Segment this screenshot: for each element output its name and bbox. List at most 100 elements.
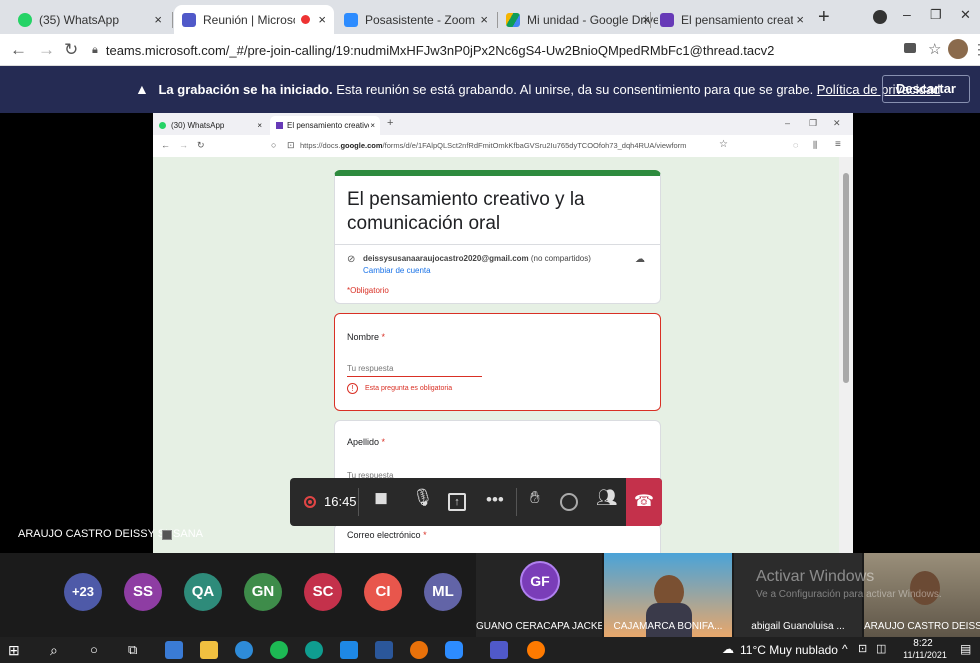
tab-zoom[interactable]: Posasistente - Zoom × xyxy=(336,5,496,34)
clock-date[interactable]: 11/11/2021 xyxy=(900,650,950,660)
share-screen-button[interactable]: ↑ xyxy=(448,493,466,511)
shared-address-bar: ← → ↻ ○ ⊡ https://docs.google.com/forms/… xyxy=(153,135,853,157)
reload-icon[interactable]: ↻ xyxy=(64,40,78,60)
menu-icon[interactable]: ⋮ xyxy=(972,41,980,58)
participant-avatar[interactable]: SC xyxy=(304,573,342,611)
network-icon[interactable]: ⊡ xyxy=(858,642,867,655)
bookmark-star-icon[interactable]: ☆ xyxy=(928,40,941,58)
close-window-button[interactable]: ✕ xyxy=(960,7,971,23)
minimize-icon: – xyxy=(785,118,791,128)
search-icon[interactable]: ⌕ xyxy=(50,641,68,659)
google-drive-icon xyxy=(506,12,520,27)
firefox-icon[interactable] xyxy=(410,641,428,659)
microphone-button[interactable]: 🎙︎ xyxy=(412,488,434,508)
chrome-icon[interactable] xyxy=(235,641,253,659)
close-tab-icon[interactable]: × xyxy=(154,12,162,27)
participant-strip: +23 SS QA GN SC CI ML GF GUANO CERACAPA … xyxy=(0,553,980,637)
switch-account-link: Cambiar de cuenta xyxy=(363,266,431,275)
camera-indicator-icon[interactable] xyxy=(904,43,916,53)
edge-icon[interactable] xyxy=(305,641,323,659)
close-tab-icon[interactable]: × xyxy=(480,12,488,27)
close-tab-icon[interactable]: × xyxy=(796,12,804,27)
spotify-icon[interactable] xyxy=(270,641,288,659)
more-options-button[interactable]: ••• xyxy=(486,490,504,510)
profile-avatar[interactable] xyxy=(948,39,968,59)
word-icon[interactable] xyxy=(375,641,393,659)
teams-icon xyxy=(182,12,196,27)
restore-button[interactable]: ❐ xyxy=(930,7,942,23)
back-arrow-icon[interactable]: ← xyxy=(10,40,27,60)
google-forms-icon xyxy=(660,12,674,27)
participant-tile[interactable]: GF GUANO CERACAPA JACKE... xyxy=(476,553,602,637)
cortana-icon[interactable]: ○ xyxy=(90,641,108,659)
whatsapp-icon xyxy=(159,122,166,129)
shared-tab-label: (30) WhatsApp xyxy=(171,121,225,130)
tab-whatsapp[interactable]: (35) WhatsApp × xyxy=(10,5,170,34)
zoom-icon xyxy=(344,12,358,27)
account-line: deissysusanaaraujocastro2020@gmail.com (… xyxy=(363,254,591,263)
store-icon[interactable] xyxy=(165,641,183,659)
extension-icon[interactable] xyxy=(873,10,887,24)
hang-up-button[interactable]: ☎︎ xyxy=(626,478,662,526)
task-view-icon[interactable]: ⧉ xyxy=(128,641,146,659)
recording-dot-icon xyxy=(301,15,310,24)
shared-tab-label: El pensamiento creativo y la co xyxy=(287,121,369,130)
tab-label: El pensamiento creativo y la xyxy=(681,12,793,27)
forward-arrow-icon[interactable]: → xyxy=(38,40,55,60)
new-tab-icon: + xyxy=(387,117,394,129)
browser-icon[interactable] xyxy=(527,641,545,659)
participant-avatar[interactable]: CI xyxy=(364,573,402,611)
notification-icon[interactable]: ▤ xyxy=(960,642,971,656)
tab-forms[interactable]: El pensamiento creativo y la × xyxy=(652,5,812,34)
mail-icon[interactable] xyxy=(340,641,358,659)
participant-name: CAJAMARCA BONIFA... xyxy=(613,621,723,632)
address-bar: ← → ↻ 🔒︎ teams.microsoft.com/_#/pre-join… xyxy=(0,34,980,66)
bookmark-star-icon: ☆ xyxy=(719,139,728,150)
participants-button[interactable]: 👥︎ xyxy=(596,488,618,508)
answer-input: Tu respuesta xyxy=(347,364,482,377)
camera-off-button[interactable]: ◼︎ xyxy=(374,488,388,508)
tab-teams[interactable]: Reunión | Microsoft Team × xyxy=(174,5,334,34)
participant-name: abigail Guanoluisa ... xyxy=(751,621,845,632)
question-nombre: Nombre * Tu respuesta ! Esta pregunta es… xyxy=(334,313,661,411)
raise-hand-button[interactable]: ✋︎ xyxy=(530,488,540,508)
shared-scrollbar xyxy=(839,157,853,553)
participant-video-tile[interactable]: CAJAMARCA BONIFA... xyxy=(604,553,732,637)
url-field[interactable]: 🔒︎ teams.microsoft.com/_#/pre-join-calli… xyxy=(92,37,852,63)
more-participants-button[interactable]: +23 xyxy=(64,573,102,611)
shared-tab-whatsapp: (30) WhatsApp × xyxy=(153,116,268,135)
participant-name: GUANO CERACAPA JACKE... xyxy=(476,621,602,632)
warning-icon: ▲ xyxy=(135,81,149,97)
tab-drive[interactable]: Mi unidad - Google Drive × xyxy=(498,5,658,34)
participant-avatar[interactable]: QA xyxy=(184,573,222,611)
zoom-icon[interactable] xyxy=(445,641,463,659)
participant-avatar[interactable]: GN xyxy=(244,573,282,611)
google-forms-icon xyxy=(276,122,283,129)
participant-avatar[interactable]: SS xyxy=(124,573,162,611)
close-tab-icon[interactable]: × xyxy=(642,12,650,27)
close-tab-icon[interactable]: × xyxy=(318,12,326,27)
chat-button[interactable] xyxy=(560,493,578,511)
close-tab-icon: × xyxy=(257,121,262,130)
windows-taskbar: ⊞ ⌕ ○ ⧉ ☁︎ 11°C Muy nublado ^ ⊡ ◫ 8:22 1… xyxy=(0,637,980,663)
url-text: teams.microsoft.com/_#/pre-join-calling/… xyxy=(105,42,775,58)
teams-icon[interactable] xyxy=(490,641,508,659)
shield-icon: ○ xyxy=(271,140,277,150)
new-tab-button[interactable]: + xyxy=(818,6,830,29)
file-explorer-icon[interactable] xyxy=(200,641,218,659)
pin-icon[interactable] xyxy=(162,530,172,540)
participant-avatar[interactable]: ML xyxy=(424,573,462,611)
minimize-button[interactable]: – xyxy=(903,6,911,22)
tray-chevron-icon[interactable]: ^ xyxy=(842,642,848,656)
volume-icon[interactable]: ◫ xyxy=(876,642,886,655)
dismiss-button[interactable]: Descartar xyxy=(882,75,970,103)
banner-bold-text: La grabación se ha iniciado. xyxy=(158,82,333,97)
participant-avatar: GF xyxy=(520,561,560,601)
weather-text[interactable]: 11°C Muy nublado xyxy=(740,643,838,657)
presenter-name: ARAUJO CASTRO DEISSY SUSANA xyxy=(18,528,204,540)
question-label: Nombre * xyxy=(347,332,386,342)
windows-start-icon[interactable]: ⊞ xyxy=(8,641,26,659)
hidden-eye-icon: ⊘ xyxy=(347,254,356,265)
clock-time[interactable]: 8:22 xyxy=(898,638,948,649)
shared-tab-forms: El pensamiento creativo y la co × xyxy=(270,116,380,135)
